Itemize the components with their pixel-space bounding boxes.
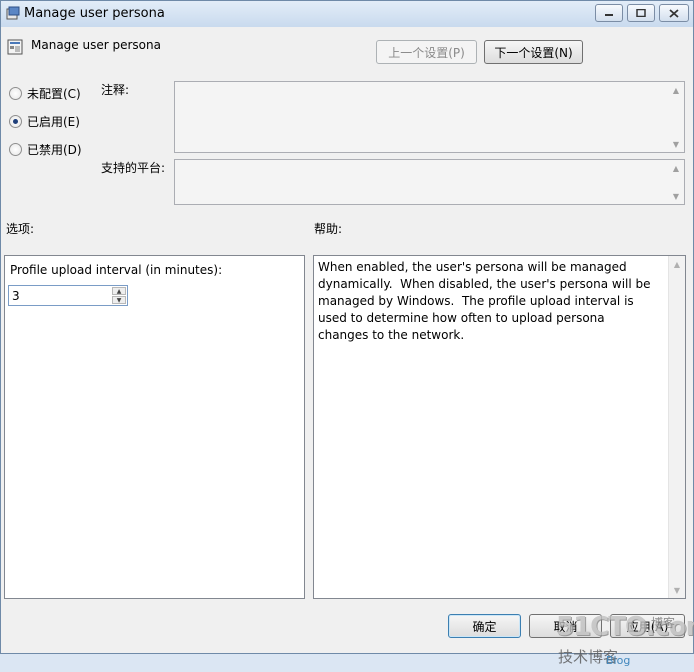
radio-disabled-control[interactable] [9, 143, 22, 156]
upload-interval-label: Profile upload interval (in minutes): [10, 263, 223, 277]
options-label: 选项: [6, 222, 35, 236]
close-button[interactable] [659, 4, 689, 22]
previous-setting-button[interactable]: 上一个设置(P) [376, 40, 477, 64]
minimize-icon [605, 14, 613, 16]
ok-button[interactable]: 确定 [448, 614, 521, 638]
policy-editor-icon [6, 6, 20, 20]
radio-not-configured[interactable]: 未配置(C) [9, 85, 81, 102]
help-label: 帮助: [314, 222, 343, 236]
scroll-up-arrow-icon[interactable]: ▲ [669, 256, 685, 272]
scroll-up-arrow-icon[interactable]: ▲ [668, 82, 684, 98]
next-setting-button[interactable]: 下一个设置(N) [484, 40, 583, 64]
scroll-down-arrow-icon[interactable]: ▼ [668, 188, 684, 204]
spin-down-icon[interactable]: ▼ [112, 296, 126, 304]
policy-setting-icon [7, 39, 23, 55]
radio-disabled[interactable]: 已禁用(D) [9, 141, 82, 158]
options-panel: Profile upload interval (in minutes): ▲ … [4, 255, 305, 599]
window-title: Manage user persona [24, 6, 165, 21]
upload-interval-spinbox[interactable]: ▲ ▼ [8, 285, 128, 306]
site-watermark: 51CTO.com 博客 技术博客 Blog [556, 612, 694, 672]
comment-label: 注释: [101, 83, 130, 97]
scroll-down-arrow-icon[interactable]: ▼ [668, 136, 684, 152]
dialog-body: Manage user persona 上一个设置(P) 下一个设置(N) 未配… [1, 27, 694, 667]
title-bar[interactable]: Manage user persona [1, 1, 693, 27]
minimize-button[interactable] [595, 4, 623, 22]
policy-dialog-window: Manage user persona Manage user persona … [0, 0, 694, 667]
comment-textbox[interactable]: ▲ ▼ [174, 81, 685, 153]
spin-buttons[interactable]: ▲ ▼ [112, 287, 126, 304]
supported-platform-textbox[interactable]: ▲ ▼ [174, 159, 685, 205]
help-scrollbar[interactable]: ▲ ▼ [668, 256, 685, 598]
radio-enabled-label: 已启用(E) [27, 115, 80, 129]
help-panel: When enabled, the user's persona will be… [313, 255, 686, 599]
radio-not-configured-label: 未配置(C) [27, 87, 81, 101]
comment-scrollbar[interactable]: ▲ ▼ [668, 82, 684, 152]
close-icon [669, 8, 679, 18]
radio-enabled[interactable]: 已启用(E) [9, 113, 80, 130]
radio-disabled-label: 已禁用(D) [27, 143, 82, 157]
maximize-icon [636, 9, 646, 17]
radio-enabled-control[interactable] [9, 115, 22, 128]
policy-title: Manage user persona [31, 38, 161, 52]
scroll-up-arrow-icon[interactable]: ▲ [668, 160, 684, 176]
platform-scrollbar[interactable]: ▲ ▼ [668, 160, 684, 204]
supported-platform-label: 支持的平台: [101, 161, 166, 175]
scroll-down-arrow-icon[interactable]: ▼ [669, 582, 685, 598]
upload-interval-input[interactable] [10, 287, 113, 304]
help-text: When enabled, the user's persona will be… [318, 260, 655, 342]
spin-up-icon[interactable]: ▲ [112, 287, 126, 295]
radio-selected-dot [13, 119, 18, 124]
watermark-url: Blog [606, 654, 631, 667]
watermark-blog: 博客 [651, 616, 676, 630]
maximize-button[interactable] [627, 4, 655, 22]
radio-not-configured-control[interactable] [9, 87, 22, 100]
